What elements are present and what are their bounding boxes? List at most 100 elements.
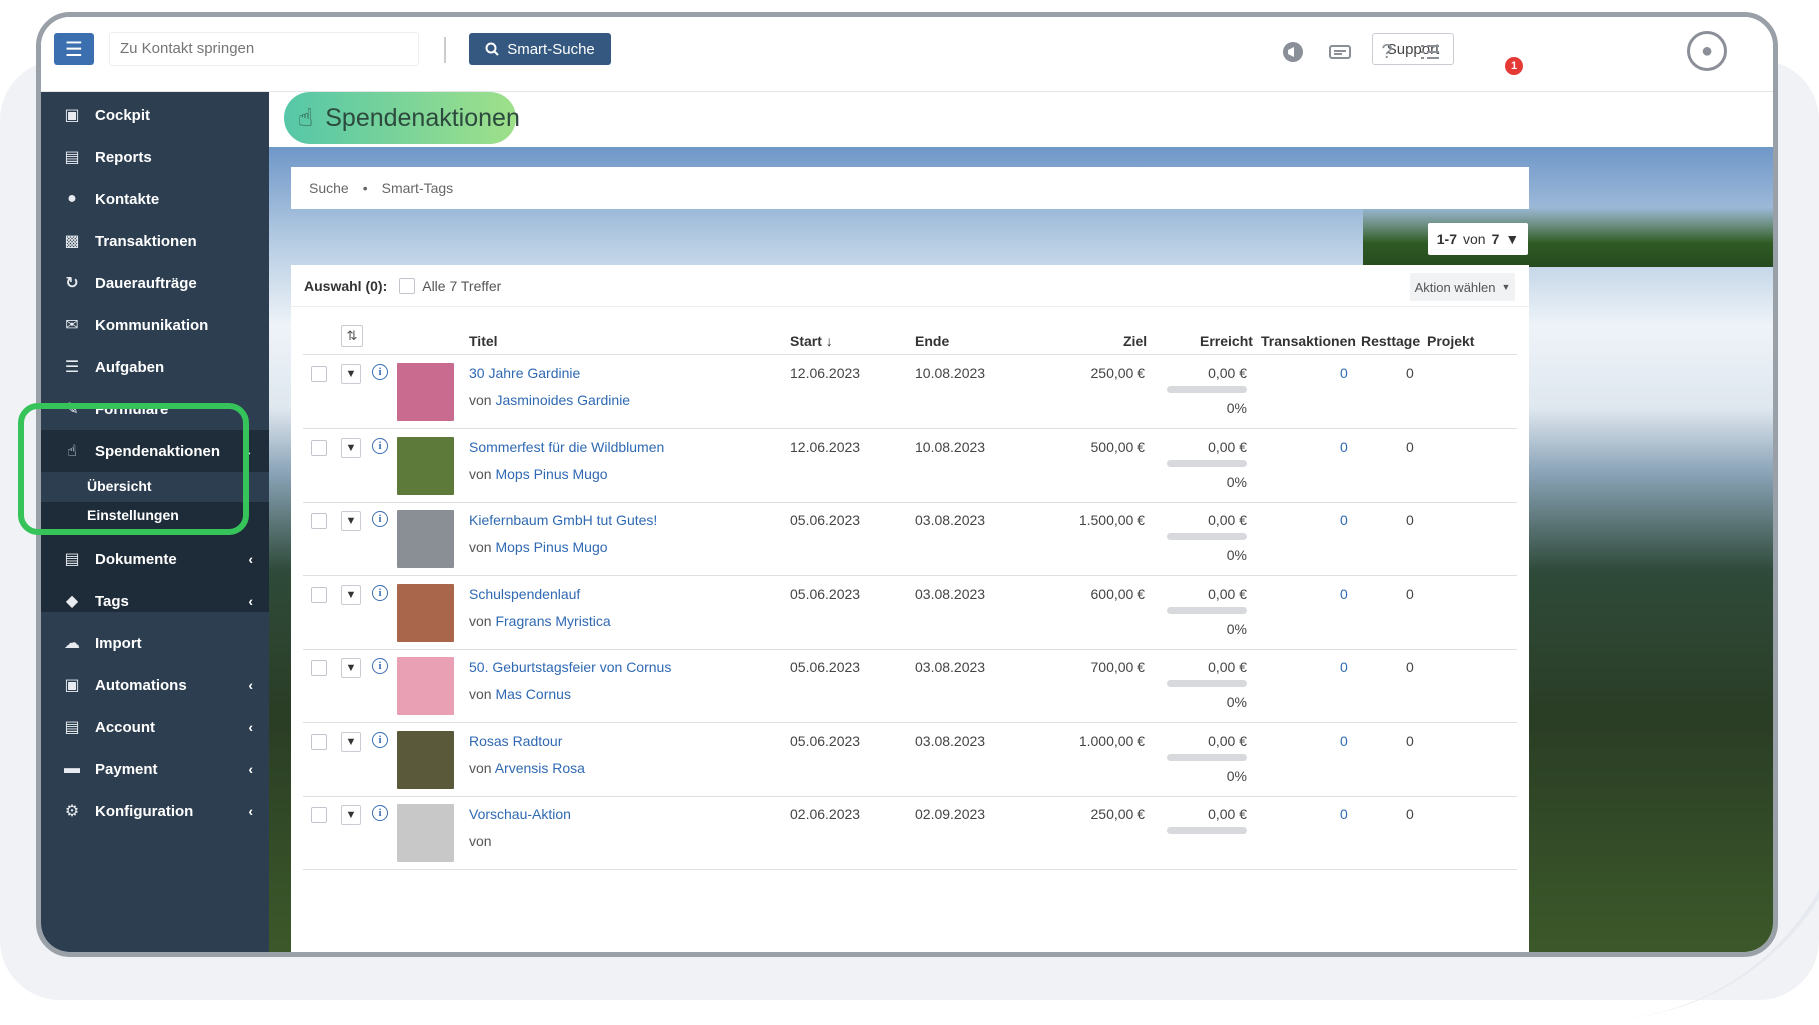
campaign-title-link[interactable]: 30 Jahre Gardinie bbox=[469, 365, 580, 381]
hamburger-icon: ☰ bbox=[65, 38, 83, 61]
sidebar-item-transaktionen[interactable]: ▩ Transaktionen bbox=[41, 220, 269, 262]
highlight-outline bbox=[18, 403, 249, 535]
sidebar-item-import[interactable]: ☁ Import bbox=[41, 622, 269, 664]
action-dropdown[interactable]: Aktion wählen ▼ bbox=[1410, 273, 1515, 301]
campaign-thumbnail bbox=[397, 583, 454, 642]
sidebar-item-payment[interactable]: ▬ Payment ‹ bbox=[41, 748, 269, 790]
tab-suche[interactable]: Suche bbox=[309, 180, 349, 196]
smart-search-button[interactable]: Smart-Suche bbox=[469, 33, 611, 65]
campaign-thumbnail bbox=[397, 657, 454, 715]
row-checkbox[interactable] bbox=[311, 660, 327, 676]
hamburger-menu-button[interactable]: ☰ bbox=[54, 33, 94, 65]
start-date: 05.06.2023 bbox=[790, 659, 861, 675]
owner-link[interactable]: Mops Pinus Mugo bbox=[495, 466, 607, 482]
info-icon[interactable]: i bbox=[372, 511, 388, 527]
transactions-count-link[interactable]: 0 bbox=[1340, 806, 1348, 822]
transactions-count-link[interactable]: 0 bbox=[1340, 586, 1348, 602]
user-icon: ● bbox=[1700, 39, 1714, 62]
info-icon[interactable]: i bbox=[372, 658, 388, 674]
campaign-title-link[interactable]: Kiefernbaum GmbH tut Gutes! bbox=[469, 512, 657, 528]
owner-link[interactable]: Mops Pinus Mugo bbox=[495, 539, 607, 555]
caret-down-icon: ▼ bbox=[345, 441, 357, 454]
campaign-title-link[interactable]: Sommerfest für die Wildblumen bbox=[469, 439, 664, 455]
row-dropdown-button[interactable]: ▼ bbox=[341, 658, 361, 678]
col-erreicht[interactable]: Erreicht bbox=[1200, 333, 1253, 349]
transactions-count-link[interactable]: 0 bbox=[1340, 733, 1348, 749]
pagination-dropdown[interactable]: 1-7 von 7 ▼ bbox=[1428, 223, 1528, 255]
transactions-count-link[interactable]: 0 bbox=[1340, 439, 1348, 455]
reached-amount: 0,00 € bbox=[1208, 512, 1247, 528]
sidebar-item-account[interactable]: ▤ Account ‹ bbox=[41, 706, 269, 748]
task-list-icon[interactable] bbox=[1417, 39, 1443, 65]
owner-link[interactable]: Jasminoides Gardinie bbox=[495, 392, 630, 408]
transactions-count-link[interactable]: 0 bbox=[1340, 659, 1348, 675]
owner-link[interactable]: Mas Cornus bbox=[495, 686, 570, 702]
col-ende[interactable]: Ende bbox=[915, 333, 949, 349]
caret-down-icon: ▼ bbox=[1505, 231, 1520, 247]
col-projekt[interactable]: Projekt bbox=[1427, 333, 1474, 349]
transactions-count-link[interactable]: 0 bbox=[1340, 365, 1348, 381]
campaign-title-link[interactable]: Vorschau-Aktion bbox=[469, 806, 571, 822]
start-date: 02.06.2023 bbox=[790, 806, 861, 822]
row-dropdown-button[interactable]: ▼ bbox=[341, 805, 361, 825]
help-icon[interactable]: ? bbox=[1374, 39, 1400, 65]
caret-down-icon: ▼ bbox=[345, 662, 357, 674]
table-row: ▼ i Schulspendenlauf von Fragrans Myristica… bbox=[303, 577, 1517, 650]
col-resttage[interactable]: Resttage bbox=[1361, 333, 1420, 349]
page-title: ☝ Spendenaktionen bbox=[284, 92, 520, 144]
id-card-icon[interactable] bbox=[1327, 39, 1353, 65]
top-bar: ☰ Smart-Suche Support 1 ? ● bbox=[41, 17, 1773, 92]
owner-link[interactable]: Arvensis Rosa bbox=[495, 760, 585, 776]
progress-percent: 0% bbox=[1226, 473, 1247, 490]
campaign-title-link[interactable]: Rosas Radtour bbox=[469, 733, 562, 749]
sidebar-item-automations[interactable]: ▣ Automations ‹ bbox=[41, 664, 269, 706]
chevron-left-icon: ‹ bbox=[248, 593, 253, 609]
row-dropdown-button[interactable]: ▼ bbox=[341, 731, 361, 752]
sidebar-item-konfiguration[interactable]: ⚙ Konfiguration ‹ bbox=[41, 790, 269, 832]
campaign-title-link[interactable]: Schulspendenlauf bbox=[469, 586, 580, 602]
select-all-checkbox[interactable] bbox=[399, 277, 416, 294]
campaign-title-link[interactable]: 50. Geburtstagsfeier von Cornus bbox=[469, 659, 671, 675]
user-avatar[interactable]: ● bbox=[1687, 31, 1727, 71]
sidebar-item-dokumente[interactable]: ▤ Dokumente ‹ bbox=[41, 538, 269, 580]
info-icon[interactable]: i bbox=[372, 805, 388, 821]
info-icon[interactable]: i bbox=[372, 437, 388, 454]
row-checkbox[interactable] bbox=[311, 513, 327, 529]
info-icon[interactable]: i bbox=[372, 584, 388, 601]
chart-icon: ▤ bbox=[64, 149, 80, 166]
campaign-owner: von Jasminoides Gardinie bbox=[469, 392, 631, 408]
row-checkbox[interactable] bbox=[311, 439, 327, 456]
megaphone-icon[interactable] bbox=[1281, 39, 1307, 65]
laptop-icon: ▣ bbox=[64, 107, 80, 124]
contact-jump-input[interactable] bbox=[109, 32, 419, 66]
sidebar-item-cockpit[interactable]: ▣ Cockpit bbox=[41, 94, 269, 136]
sidebar-item-tags[interactable]: ◆ Tags ‹ bbox=[41, 580, 269, 622]
sidebar-item-kommunikation[interactable]: ✉ Kommunikation bbox=[41, 304, 269, 346]
row-dropdown-button[interactable]: ▼ bbox=[341, 511, 361, 531]
sidebar-item-kontakte[interactable]: ● Kontakte bbox=[41, 178, 269, 220]
owner-link[interactable]: Fragrans Myristica bbox=[495, 613, 610, 629]
info-icon[interactable]: i bbox=[372, 364, 388, 380]
row-dropdown-button[interactable]: ▼ bbox=[341, 584, 361, 605]
col-ziel[interactable]: Ziel bbox=[1123, 333, 1147, 349]
remaining-days: 0 bbox=[1406, 585, 1414, 602]
row-checkbox[interactable] bbox=[311, 366, 327, 382]
campaign-thumbnail bbox=[397, 510, 454, 568]
col-titel[interactable]: Titel bbox=[469, 333, 498, 349]
row-checkbox[interactable] bbox=[311, 733, 327, 750]
row-dropdown-button[interactable]: ▼ bbox=[341, 364, 361, 384]
column-sort-button[interactable]: ⇅ bbox=[341, 325, 363, 347]
robot-icon: ▣ bbox=[64, 677, 80, 694]
reached-amount: 0,00 € bbox=[1208, 806, 1247, 822]
col-start[interactable]: Start ↓ bbox=[790, 333, 833, 349]
transactions-count-link[interactable]: 0 bbox=[1340, 512, 1348, 528]
sidebar-item-dauerauftraege[interactable]: ↻ Daueraufträge bbox=[41, 262, 269, 304]
tab-smart-tags[interactable]: Smart-Tags bbox=[382, 180, 454, 196]
col-transaktionen[interactable]: Transaktionen bbox=[1261, 333, 1356, 349]
row-checkbox[interactable] bbox=[311, 586, 327, 603]
sidebar-item-aufgaben[interactable]: ☰ Aufgaben bbox=[41, 346, 269, 388]
row-checkbox[interactable] bbox=[311, 807, 327, 823]
row-dropdown-button[interactable]: ▼ bbox=[341, 437, 361, 458]
info-icon[interactable]: i bbox=[372, 731, 388, 748]
sidebar-item-reports[interactable]: ▤ Reports bbox=[41, 136, 269, 178]
